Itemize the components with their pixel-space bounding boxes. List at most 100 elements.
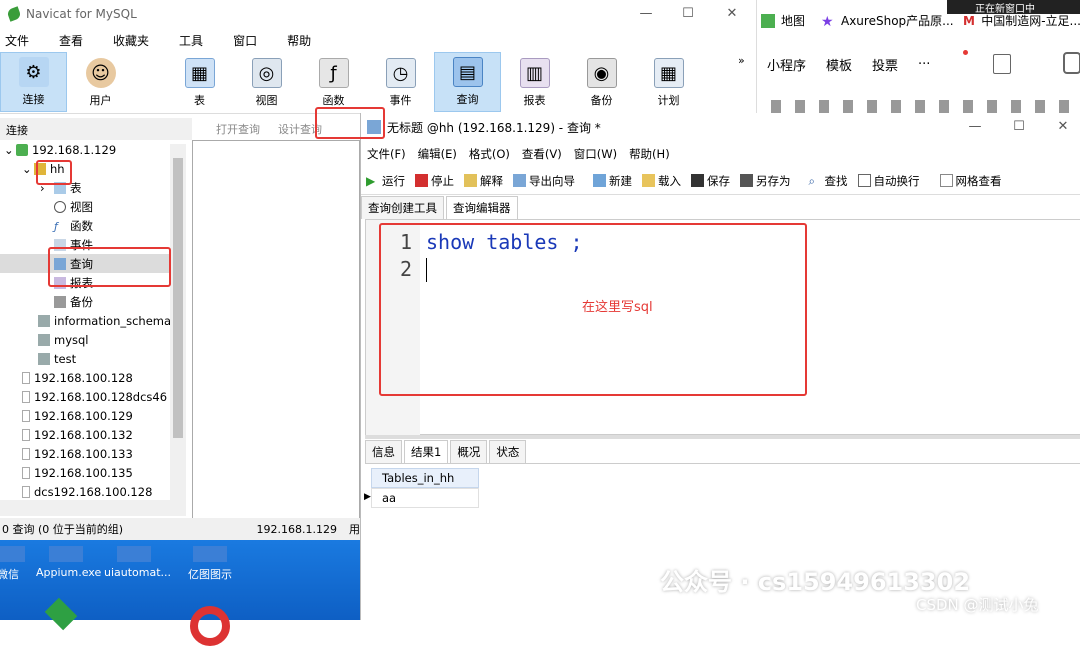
- query-minimize-button[interactable]: —: [965, 117, 985, 137]
- save-button[interactable]: 保存: [686, 170, 735, 192]
- document-icon[interactable]: [993, 54, 1011, 74]
- menu-favorites[interactable]: 收藏夹: [108, 32, 161, 49]
- wrap-label: 自动换行: [873, 173, 920, 188]
- settings-icon[interactable]: [1063, 52, 1080, 74]
- tree-node-database[interactable]: test: [0, 349, 186, 368]
- qmenu-view[interactable]: 查看(V): [516, 146, 568, 162]
- tree-node-functions[interactable]: ƒ 函数: [0, 216, 186, 235]
- tab-vote[interactable]: 投票: [862, 55, 908, 74]
- table-button[interactable]: ▦ 表: [166, 52, 233, 112]
- desktop-background: 微信 Appium.exe uiautomat... 亿图图示: [0, 540, 360, 646]
- open-query-button[interactable]: 打开查询: [216, 121, 260, 137]
- tab-mini-program[interactable]: 小程序: [757, 55, 816, 74]
- database-icon: [38, 352, 50, 365]
- browser-tabs: 小程序 模板 投票 ···: [757, 46, 1080, 82]
- tree-node-views[interactable]: 视图: [0, 197, 186, 216]
- main-toolbar: ⚙ 连接 ☺ 用户 ▦ 表 ◎ 视图 ƒ 函数 ◷ 事件 ▤ 查询 ▥ 报表 ◉ 备份 ▦ 计划 »: [0, 52, 756, 114]
- menu-view[interactable]: 查看: [54, 32, 95, 49]
- table-row[interactable]: ▶ aa: [364, 488, 479, 508]
- explain-button[interactable]: 解释: [459, 170, 508, 192]
- tree-label: 192.168.100.133: [34, 446, 133, 461]
- tab-query-editor[interactable]: 查询编辑器: [446, 196, 518, 219]
- desktop-icon-wechat[interactable]: 微信: [0, 546, 38, 582]
- tree-node-database[interactable]: mysql: [0, 330, 186, 349]
- export-wizard-button[interactable]: 导出向导: [508, 170, 580, 192]
- qmenu-file[interactable]: 文件(F): [361, 146, 412, 162]
- connect-icon: ⚙: [18, 57, 49, 87]
- desktop-icon-edraw[interactable]: 亿图图示: [180, 546, 240, 582]
- tree-label: test: [54, 351, 77, 366]
- tab-template[interactable]: 模板: [816, 55, 862, 74]
- scrollbar-thumb[interactable]: [173, 158, 183, 438]
- bookmark-axureshop[interactable]: ★ AxureShop产品原...: [821, 12, 954, 30]
- tree-node-connection[interactable]: dcs192.168.100.128: [0, 482, 186, 501]
- bookmark-map[interactable]: 地图: [761, 12, 805, 29]
- tab-query-builder[interactable]: 查询创建工具: [361, 196, 444, 219]
- qmenu-format[interactable]: 格式(O): [463, 146, 516, 162]
- tree-node-connection[interactable]: 192.168.100.128dcs46: [0, 387, 186, 406]
- user-button[interactable]: ☺ 用户: [67, 52, 134, 112]
- desktop-icon-appium[interactable]: Appium.exe: [36, 546, 101, 579]
- qmenu-help[interactable]: 帮助(H): [623, 146, 676, 162]
- report-button[interactable]: ▥ 报表: [501, 52, 568, 112]
- connection-icon: [22, 390, 30, 403]
- tree-node-tables[interactable]: › 表: [0, 178, 186, 197]
- maximize-button[interactable]: ☐: [678, 4, 698, 24]
- query-close-button[interactable]: ✕: [1053, 117, 1073, 137]
- status-bar: 0 查询 (0 位于当前的组) 192.168.1.129 用: [0, 518, 360, 540]
- tab-status[interactable]: 状态: [489, 440, 527, 463]
- more-menu-icon[interactable]: ···: [908, 57, 940, 72]
- tree-node-connection[interactable]: ⌄ 192.168.1.129: [0, 140, 186, 159]
- desktop-icon-uiautomator[interactable]: uiautomat...: [104, 546, 171, 579]
- tree-node-connection[interactable]: 192.168.100.129: [0, 406, 186, 425]
- tab-profile[interactable]: 概况: [450, 440, 488, 463]
- tree-node-connection[interactable]: 192.168.100.135: [0, 463, 186, 482]
- connect-label: 连接: [22, 93, 45, 106]
- tree-horizontal-scrollbar[interactable]: [0, 500, 186, 516]
- menu-window[interactable]: 窗口: [228, 32, 269, 49]
- tree-node-database[interactable]: ⌄ hh: [0, 159, 186, 178]
- word-wrap-button[interactable]: 自动换行: [853, 170, 925, 192]
- tree-vertical-scrollbar[interactable]: [170, 144, 186, 500]
- menu-tools[interactable]: 工具: [174, 32, 215, 49]
- stop-button[interactable]: 停止: [410, 170, 459, 192]
- load-button[interactable]: 载入: [637, 170, 686, 192]
- menu-help[interactable]: 帮助: [282, 32, 323, 49]
- minimize-button[interactable]: —: [636, 4, 656, 24]
- tab-result1[interactable]: 结果1: [404, 440, 449, 463]
- qmenu-window[interactable]: 窗口(W): [568, 146, 623, 162]
- tree-node-connection[interactable]: 192.168.100.128: [0, 368, 186, 387]
- function-icon: ƒ: [318, 58, 349, 88]
- backup-button[interactable]: ◉ 备份: [568, 52, 635, 112]
- query-button[interactable]: ▤ 查询: [434, 52, 501, 112]
- query-maximize-button[interactable]: ☐: [1009, 117, 1029, 137]
- tree-node-backups[interactable]: 备份: [0, 292, 186, 311]
- schedule-button[interactable]: ▦ 计划: [635, 52, 702, 112]
- column-header[interactable]: Tables_in_hh: [371, 468, 479, 488]
- save-as-button[interactable]: 另存为: [735, 170, 796, 192]
- menu-file[interactable]: 文件: [0, 32, 41, 49]
- tree-node-database[interactable]: information_schema: [0, 311, 186, 330]
- qmenu-edit[interactable]: 编辑(E): [412, 146, 463, 162]
- close-button[interactable]: ✕: [722, 4, 742, 24]
- connection-icon: [22, 409, 30, 422]
- tree-node-connection[interactable]: 192.168.100.133: [0, 444, 186, 463]
- grid-view-button[interactable]: 网格查看: [935, 170, 1007, 192]
- find-button[interactable]: ⌕ 查找: [804, 170, 853, 192]
- grid-icon: [939, 174, 953, 187]
- query-window-title: 无标题 @hh (192.168.1.129) - 查询 *: [387, 120, 601, 135]
- run-button[interactable]: ▶ 运行: [361, 170, 410, 192]
- tree-node-connection[interactable]: 192.168.100.132: [0, 425, 186, 444]
- connect-button[interactable]: ⚙ 连接: [0, 52, 67, 112]
- event-button[interactable]: ◷ 事件: [367, 52, 434, 112]
- browser-window: 正在新窗口中 地图 ★ AxureShop产品原... M 中国制造网-立足... …: [756, 0, 1080, 113]
- star-icon: ★: [821, 13, 834, 30]
- toolbar-overflow-icon[interactable]: »: [738, 54, 745, 67]
- app-title: Navicat for MySQL: [26, 7, 137, 21]
- view-button[interactable]: ◎ 视图: [233, 52, 300, 112]
- new-button[interactable]: 新建: [588, 170, 637, 192]
- bookmark-made-in-china[interactable]: M 中国制造网-立足...: [963, 12, 1080, 29]
- tab-info[interactable]: 信息: [365, 440, 402, 463]
- editor-result-splitter[interactable]: [365, 435, 1080, 439]
- function-button[interactable]: ƒ 函数: [300, 52, 367, 112]
